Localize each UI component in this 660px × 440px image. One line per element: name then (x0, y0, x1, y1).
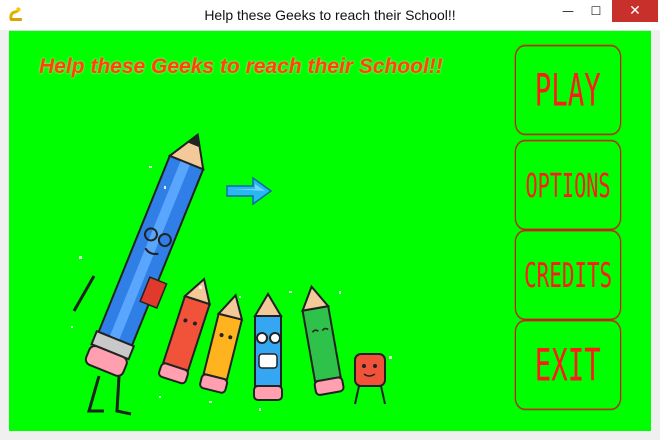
small-red-eraser (354, 353, 386, 405)
light-blue-pencil (253, 292, 283, 401)
window-frame-right (651, 30, 660, 440)
big-blue-pencil (84, 132, 205, 377)
window-frame-bottom (0, 431, 660, 440)
pencil-characters-illustration (71, 132, 392, 416)
game-title: Help these Geeks to reach their School!! (39, 55, 443, 78)
play-label: PLAY (535, 64, 601, 116)
window-frame-left (0, 30, 9, 440)
game-canvas[interactable]: Help these Geeks to reach their School!! (9, 31, 651, 431)
options-button[interactable]: OPTIONS (515, 140, 621, 230)
maximize-button[interactable]: ☐ (581, 0, 611, 22)
minimize-button[interactable]: — (553, 0, 583, 22)
exit-label: EXIT (535, 339, 601, 391)
close-button[interactable]: ✕ (612, 0, 658, 22)
exit-button[interactable]: EXIT (515, 320, 621, 410)
credits-label: CREDITS (524, 254, 612, 296)
options-label: OPTIONS (525, 165, 611, 205)
window-titlebar[interactable]: Help these Geeks to reach their School!!… (0, 0, 660, 31)
blue-arrow-icon (226, 176, 273, 206)
play-button[interactable]: PLAY (515, 45, 621, 135)
green-pencil (301, 284, 345, 396)
credits-button[interactable]: CREDITS (515, 230, 621, 320)
